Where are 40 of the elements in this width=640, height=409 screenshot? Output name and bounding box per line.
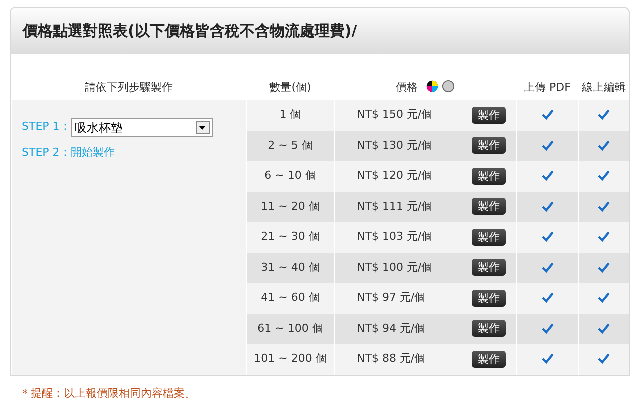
make-button[interactable]: 製作 xyxy=(472,259,506,276)
column-header: 數量(個) xyxy=(270,80,312,94)
quantity-cell: 61 ~ 100 個 xyxy=(246,314,334,344)
make-button[interactable]: 製作 xyxy=(472,137,506,154)
column-header: 線上編輯 xyxy=(582,80,626,94)
price-text: NT$ 111 元/個 xyxy=(357,198,433,214)
make-button[interactable]: 製作 xyxy=(472,198,506,216)
step-label: STEP 2： xyxy=(22,146,71,159)
panel-title: 價格點選對照表(以下價格皆含稅不含物流處理費)/ xyxy=(23,20,358,42)
make-button[interactable]: 製作 xyxy=(472,168,506,185)
price-text: NT$ 130 元/個 xyxy=(357,138,433,154)
color-print-icon xyxy=(426,80,439,93)
quantity-cell: 1 個 xyxy=(246,100,334,130)
column-header: 價格 xyxy=(396,80,418,94)
price-text: NT$ 120 元/個 xyxy=(357,168,433,184)
make-button[interactable]: 製作 xyxy=(472,320,506,338)
make-button[interactable]: 製作 xyxy=(472,106,506,124)
price-text: NT$ 103 元/個 xyxy=(357,229,433,245)
make-button[interactable]: 製作 xyxy=(472,228,506,246)
make-button[interactable]: 製作 xyxy=(472,350,506,368)
quantity-cell: 6 ~ 10 個 xyxy=(246,161,334,192)
price-text: NT$ 97 元/個 xyxy=(357,290,426,306)
column-header: 上傳 PDF xyxy=(524,80,571,94)
quantity-cell: 2 ~ 5 個 xyxy=(246,130,334,161)
quantity-cell: 21 ~ 30 個 xyxy=(246,222,334,252)
step-label: STEP 1： xyxy=(22,119,71,136)
quantity-cell: 101 ~ 200 個 xyxy=(246,344,334,374)
quantity-cell: 11 ~ 20 個 xyxy=(246,192,334,222)
dropdown-caret-icon xyxy=(199,126,206,130)
price-text: NT$ 88 元/個 xyxy=(357,351,426,367)
make-button[interactable]: 製作 xyxy=(472,290,506,307)
price-text: NT$ 100 元/個 xyxy=(357,260,433,276)
price-text: NT$ 150 元/個 xyxy=(357,107,433,123)
product-select[interactable]: 吸水杯墊 xyxy=(70,118,213,137)
quantity-cell: 31 ~ 40 個 xyxy=(246,252,334,283)
price-text: NT$ 94 元/個 xyxy=(357,320,426,336)
grayscale-print-icon xyxy=(442,80,455,93)
column-header: 請依下列步驟製作 xyxy=(85,80,173,94)
quantity-cell: 41 ~ 60 個 xyxy=(246,283,334,314)
reminder-note: ＊提醒：以上報價限相同內容檔案。 xyxy=(20,386,197,402)
